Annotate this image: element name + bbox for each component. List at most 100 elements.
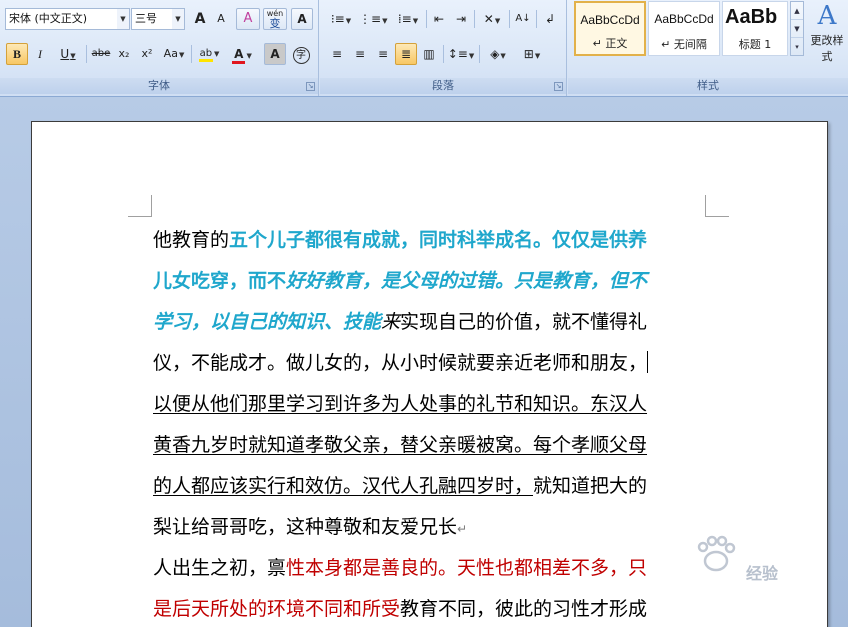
shading-button[interactable]: ◈▼ (482, 43, 514, 65)
text-line[interactable]: 黄香九岁时就知道孝敬父亲，替父亲暖被窝。每个孝顺父母 (153, 425, 713, 466)
font-group-label: 字体 (0, 78, 318, 94)
multilevel-list-icon: ⁞≡ (397, 12, 412, 26)
align-right-button[interactable]: ≡ (372, 43, 394, 65)
font-color-icon: A (232, 47, 246, 64)
style-no-spacing[interactable]: AaBbCcDd ↵ 无间隔 (648, 1, 720, 56)
style-name: ↵ 无间隔 (661, 38, 707, 51)
multilevel-list-button[interactable]: ⁞≡▼ (392, 8, 424, 30)
align-center-icon: ≡ (354, 47, 366, 61)
bold-button[interactable]: B (6, 43, 28, 65)
chevron-down-icon[interactable]: ▼ (413, 17, 418, 25)
shrink-font-icon: A (217, 12, 225, 25)
paragraph-dialog-launcher-icon[interactable]: ↘ (554, 82, 563, 91)
clear-format-icon: A (243, 11, 253, 26)
change-case-button[interactable]: Aa▼ (160, 43, 188, 65)
align-center-button[interactable]: ≡ (349, 43, 371, 65)
chevron-down-icon[interactable]: ▼ (500, 52, 505, 60)
chevron-down-icon[interactable]: ▼ (469, 52, 474, 60)
divider (509, 10, 510, 28)
scroll-up-icon[interactable]: ▲ (791, 2, 803, 20)
style-heading-1[interactable]: AaBb 标题 1 (722, 1, 788, 56)
chevron-down-icon[interactable]: ▼ (495, 17, 500, 25)
strikethrough-button[interactable]: abe (89, 43, 113, 65)
show-marks-button[interactable]: ↲ (539, 8, 561, 30)
highlight-button[interactable]: ab ▼ (194, 43, 224, 65)
strikethrough-icon: abe (91, 48, 111, 59)
distribute-button[interactable]: ▥ (418, 43, 440, 65)
bold-icon: B (12, 47, 21, 61)
text-line[interactable]: 他教育的五个儿子都很有成就，同时科举成名。仅仅是供养 (153, 220, 713, 261)
font-dialog-launcher-icon[interactable]: ↘ (306, 82, 315, 91)
subscript-button[interactable]: x₂ (114, 43, 134, 65)
chevron-down-icon[interactable]: ▼ (117, 9, 129, 29)
text-line[interactable]: 是后天所处的环境不同和所受教育不同，彼此的习性才形成 (153, 589, 713, 627)
text-line[interactable]: 儿女吃穿，而不好好教育，是父母的过错。只是教育，但不 (153, 261, 713, 302)
asian-layout-icon: ✕ (483, 12, 494, 26)
style-sample: AaBbCcDd (654, 12, 714, 26)
styles-group: AaBbCcDd ↵ 正文 AaBbCcDd ↵ 无间隔 AaBb 标题 1 ▲… (568, 0, 848, 96)
bullets-button[interactable]: ⁝≡▼ (326, 8, 356, 30)
grow-font-button[interactable]: A (190, 8, 210, 30)
text-line[interactable]: 学习，以自己的知识、技能来实现自己的价值，就不懂得礼 (153, 302, 713, 343)
text-run: 教育不同，彼此的习性才形成 (400, 598, 648, 620)
font-group: 宋体 (中文正文) ▼ 三号 ▼ A A A wén 变 A B I U▼ ab… (0, 0, 319, 96)
scroll-down-icon[interactable]: ▼ (791, 20, 803, 38)
crop-mark-top-right (705, 195, 729, 217)
char-shading-icon: A (270, 47, 280, 61)
enclose-char-button[interactable]: 字 (290, 43, 312, 65)
decrease-indent-button[interactable]: ⇤ (429, 8, 449, 30)
sort-button[interactable]: A↓ (512, 8, 534, 30)
chevron-down-icon[interactable]: ▼ (535, 52, 540, 60)
line-spacing-button[interactable]: ↕≡▼ (446, 43, 476, 65)
superscript-button[interactable]: x² (137, 43, 157, 65)
text-line[interactable]: 以便从他们那里学习到许多为人处事的礼节和知识。东汉人 (153, 384, 713, 425)
text-run: 好好教育，是父母的过错。只是教育，但不 (286, 270, 648, 292)
text-line[interactable]: 仪，不能成才。做儿女的，从小时候就要亲近老师和朋友， (153, 343, 713, 384)
align-right-icon: ≡ (377, 47, 389, 61)
italic-button[interactable]: I (30, 43, 50, 65)
chevron-down-icon[interactable]: ▼ (382, 17, 387, 25)
text-run: 的人都应该实行和效仿。汉代人孔融四岁时， (153, 475, 534, 497)
chevron-down-icon[interactable]: ▼ (172, 9, 184, 29)
align-left-button[interactable]: ≡ (326, 43, 348, 65)
text-run: 仪，不能成才。做儿女的，从小时候就要亲近老师和朋友， (153, 352, 648, 374)
chevron-down-icon[interactable]: ▼ (346, 17, 351, 25)
text-run: 梨让给哥哥吃，这种尊敬和友爱兄长 (153, 516, 458, 538)
underline-button[interactable]: U▼ (53, 43, 83, 65)
asian-layout-button[interactable]: ✕▼ (477, 8, 507, 30)
clear-format-button[interactable]: A (236, 8, 260, 30)
paragraph-group: ⁝≡▼ ⋮≡▼ ⁞≡▼ ⇤ ⇥ ✕▼ A↓ ↲ ≡ ≡ ≡ ≣ ▥ ↕≡▼ ◈▼… (320, 0, 567, 96)
ribbon: 宋体 (中文正文) ▼ 三号 ▼ A A A wén 变 A B I U▼ ab… (0, 0, 848, 97)
document-body[interactable]: 他教育的五个儿子都很有成就，同时科举成名。仅仅是供养 儿女吃穿，而不好好教育，是父… (153, 220, 713, 627)
distribute-icon: ▥ (423, 47, 435, 61)
numbering-button[interactable]: ⋮≡▼ (358, 8, 388, 30)
justify-button[interactable]: ≣ (395, 43, 417, 65)
text-run: 是后天所处的环境不同和所受 (153, 598, 401, 620)
text-line[interactable]: 的人都应该实行和效仿。汉代人孔融四岁时，就知道把大的 (153, 466, 713, 507)
more-styles-icon[interactable]: ▾ (791, 38, 803, 56)
change-styles-button[interactable]: A 更改样式 (806, 0, 848, 70)
style-name: ↵ 正文 (592, 37, 628, 50)
styles-gallery-scroll[interactable]: ▲ ▼ ▾ (790, 1, 804, 56)
chevron-down-icon[interactable]: ▼ (70, 52, 75, 60)
text-cursor (647, 351, 649, 373)
shrink-font-button[interactable]: A (211, 8, 231, 30)
text-line[interactable]: 梨让给哥哥吃，这种尊敬和友爱兄长↵ (153, 507, 713, 548)
borders-icon: ⊞ (523, 47, 534, 61)
borders-button[interactable]: ⊞▼ (516, 43, 548, 65)
char-border-button[interactable]: A (291, 8, 313, 30)
style-normal[interactable]: AaBbCcDd ↵ 正文 (574, 1, 646, 56)
phonetic-guide-button[interactable]: wén 变 (263, 8, 287, 30)
decrease-indent-icon: ⇤ (433, 12, 445, 26)
font-color-button[interactable]: A ▼ (227, 43, 257, 65)
phonetic-guide-char: 变 (269, 17, 281, 30)
chevron-down-icon[interactable]: ▼ (179, 51, 184, 59)
chevron-down-icon[interactable]: ▼ (214, 50, 219, 58)
text-run: 他教育的 (153, 229, 230, 251)
text-line[interactable]: 人出生之初，禀性本身都是善良的。天性也都相差不多，只 (153, 548, 713, 589)
chevron-down-icon[interactable]: ▼ (246, 52, 251, 60)
font-name-combo[interactable]: 宋体 (中文正文) ▼ (5, 8, 130, 30)
increase-indent-button[interactable]: ⇥ (451, 8, 471, 30)
font-size-combo[interactable]: 三号 ▼ (131, 8, 185, 30)
char-shading-button[interactable]: A (264, 43, 286, 65)
